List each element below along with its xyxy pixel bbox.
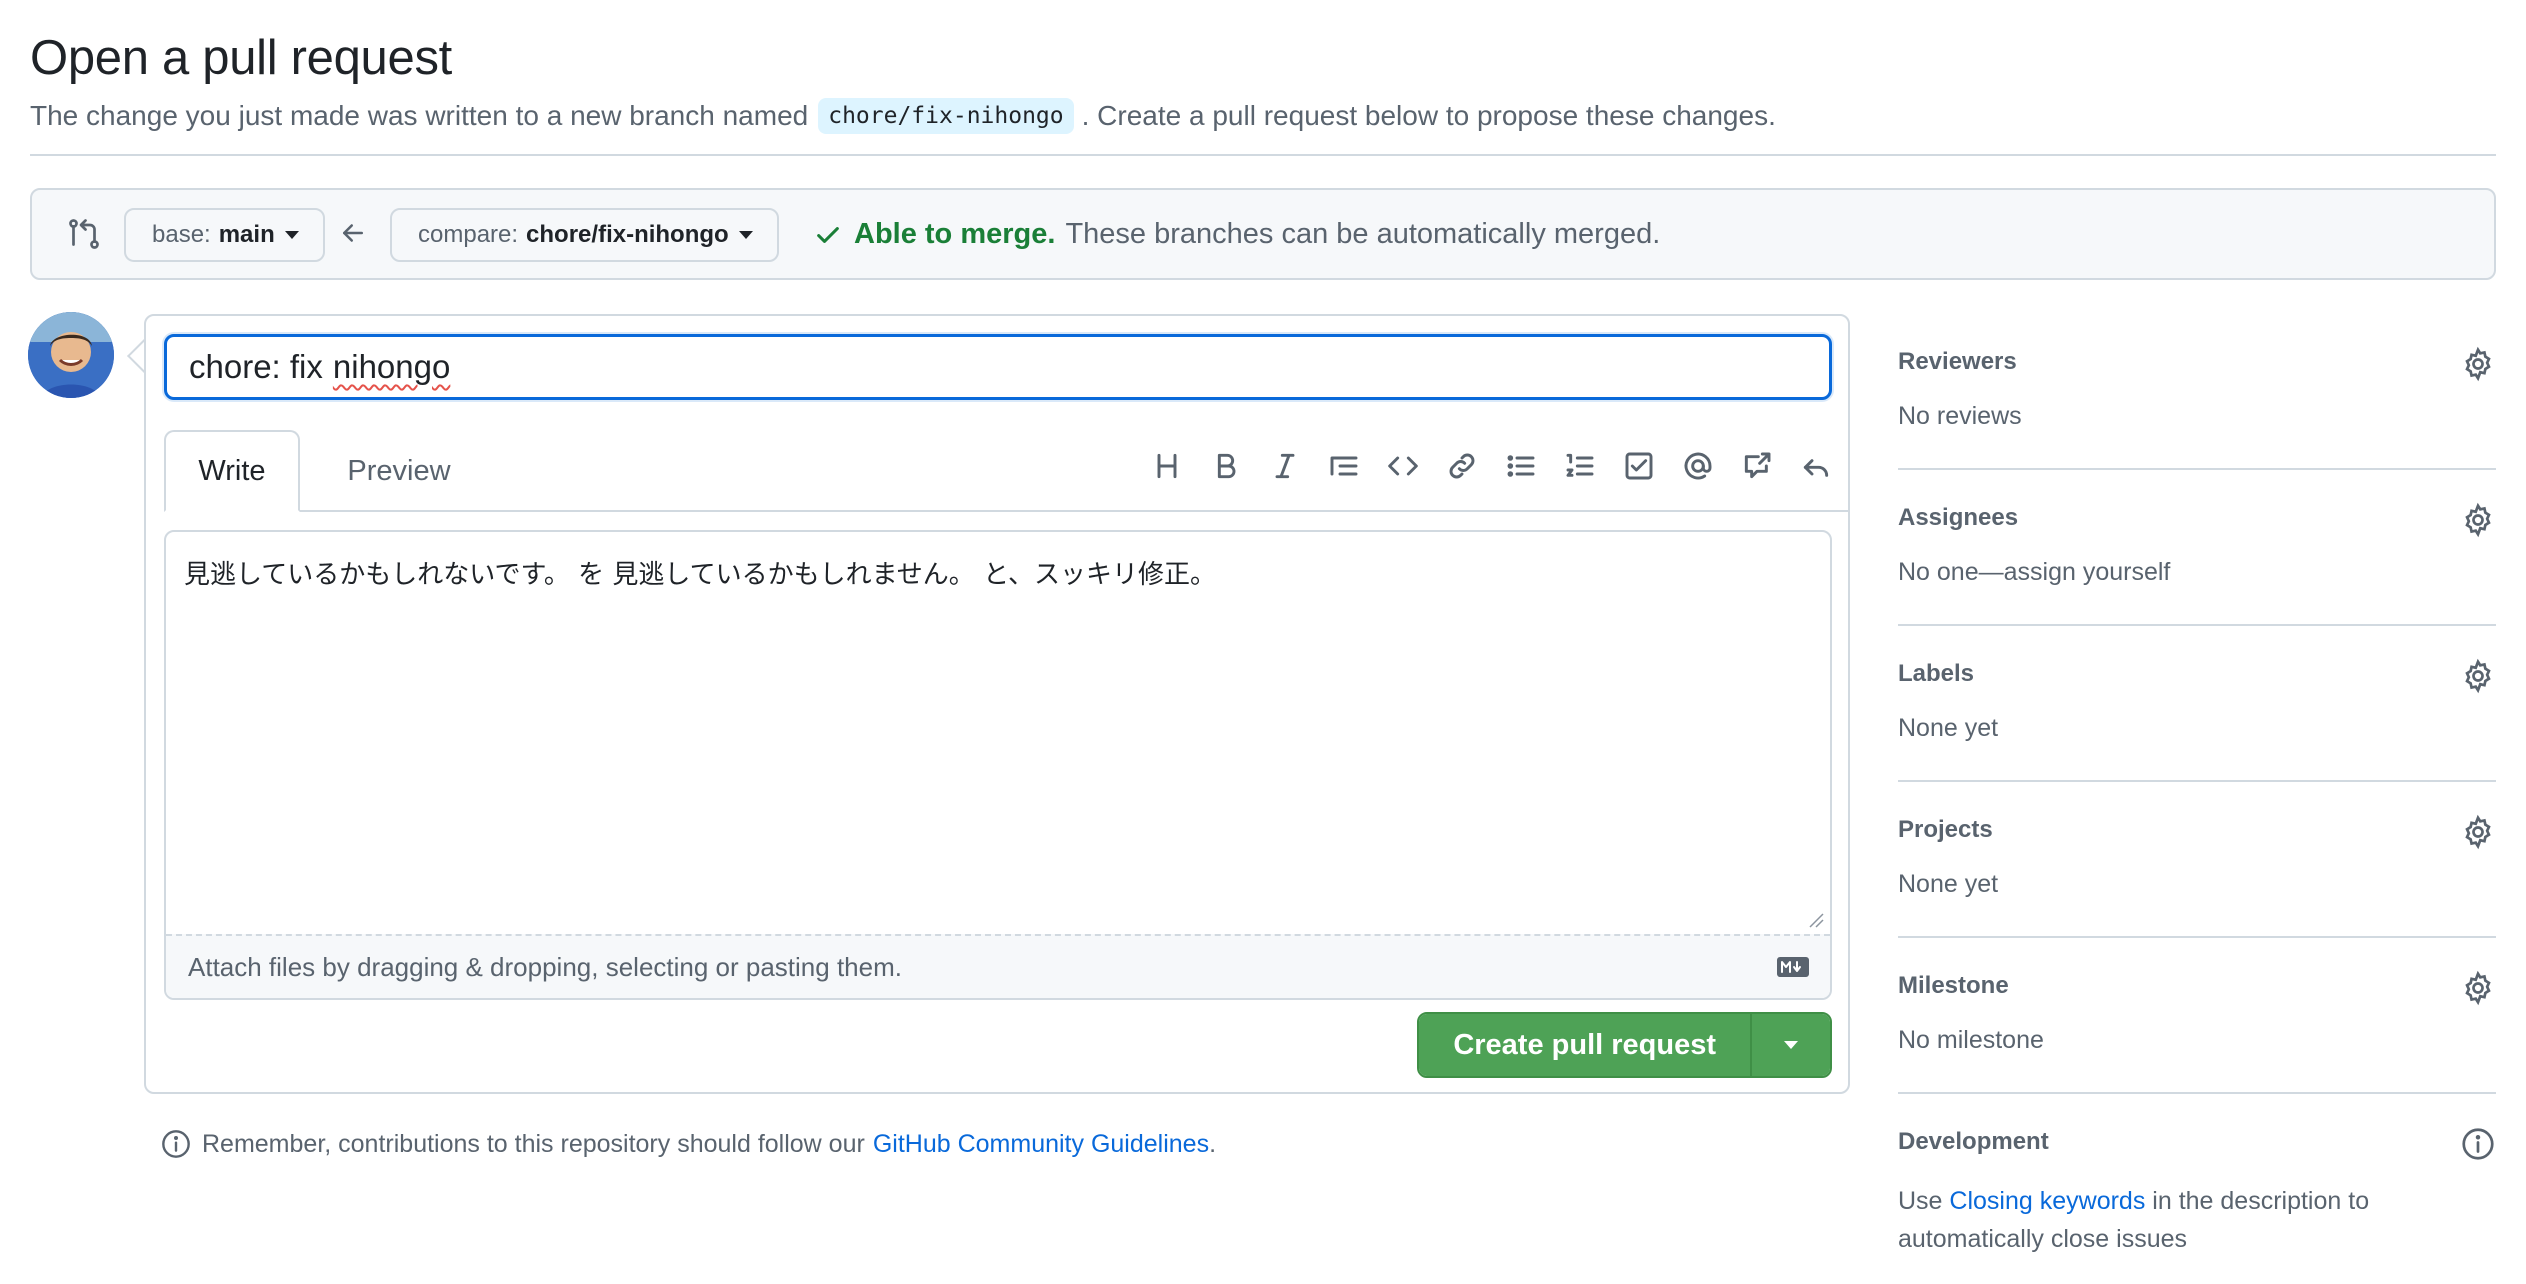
code-icon[interactable] (1383, 446, 1423, 486)
bold-icon[interactable] (1206, 446, 1246, 486)
title-misspelled-word: nihongo (332, 348, 451, 385)
tab-preview[interactable]: Preview (314, 430, 484, 512)
pr-composer: chore: fix nihongo Write Preview 見逃しているか… (144, 314, 1850, 1094)
sidebar-labels: Labels None yet (1898, 626, 2496, 782)
sidebar-heading[interactable]: Projects (1898, 816, 1993, 844)
compare-branch-select[interactable]: compare: chore/fix-nihongo (390, 208, 779, 262)
sidebar-heading: Development (1898, 1128, 2049, 1155)
task-list-icon[interactable] (1619, 446, 1659, 486)
cross-reference-icon[interactable] (1737, 446, 1777, 486)
merge-message: These branches can be automatically merg… (1065, 218, 1661, 250)
quote-icon[interactable] (1324, 446, 1364, 486)
chevron-down-icon (1784, 1041, 1798, 1049)
attach-files-bar[interactable]: Attach files by dragging & dropping, sel… (166, 934, 1830, 998)
reminder-text: Remember, contributions to this reposito… (202, 1129, 865, 1158)
subtitle-before: The change you just made was written to … (30, 100, 809, 131)
numbered-list-icon[interactable] (1560, 446, 1600, 486)
sidebar-projects: Projects None yet (1898, 782, 2496, 938)
development-pre: Use (1898, 1187, 1943, 1215)
reply-icon[interactable] (1796, 446, 1836, 486)
pr-body-textarea[interactable]: 見逃しているかもしれないです。 を 見逃しているかもしれません。 と、スッキリ修… (164, 530, 1832, 1000)
markdown-toolbar (1128, 446, 1836, 486)
arrow-left-icon (343, 224, 363, 242)
compare-arrows-icon (69, 219, 99, 249)
branch-name-code: chore/fix-nihongo (818, 98, 1074, 134)
chevron-down-icon (738, 231, 753, 239)
sidebar-value: No milestone (1898, 1026, 2044, 1054)
markdown-icon[interactable] (1776, 956, 1810, 978)
gear-icon[interactable] (2460, 970, 2496, 1006)
create-pr-button-group: Create pull request (1417, 1012, 1832, 1078)
sidebar-reviewers: Reviewers No reviews (1898, 314, 2496, 470)
pr-body-text: 見逃しているかもしれないです。 を 見逃しているかもしれません。 と、スッキリ修… (184, 560, 1217, 590)
closing-keywords-link[interactable]: Closing keywords (1949, 1187, 2145, 1215)
merge-ok-text: Able to merge. (854, 218, 1056, 250)
base-label: base: (152, 221, 211, 248)
compare-value: chore/fix-nihongo (526, 221, 729, 248)
link-icon[interactable] (1442, 446, 1482, 486)
subtitle-after: . Create a pull request below to propose… (1081, 100, 1776, 131)
create-pr-dropdown-button[interactable] (1750, 1014, 1830, 1076)
base-value: main (218, 221, 275, 248)
sidebar-heading[interactable]: Reviewers (1898, 348, 2017, 376)
info-icon[interactable] (2460, 1126, 2496, 1162)
bulleted-list-icon[interactable] (1501, 446, 1541, 486)
page-subtitle: The change you just made was written to … (30, 98, 1776, 134)
heading-icon[interactable] (1147, 446, 1187, 486)
pr-sidebar: Reviewers No reviews Assignees No one—as… (1898, 314, 2496, 1284)
divider (30, 154, 2496, 156)
create-pull-request-button[interactable]: Create pull request (1419, 1014, 1750, 1076)
page-title: Open a pull request (30, 31, 452, 85)
mention-icon[interactable] (1678, 446, 1718, 486)
check-icon (817, 226, 839, 243)
branch-range-bar: base: main compare: chore/fix-nihongo Ab… (30, 188, 2496, 280)
resize-handle-icon[interactable] (1806, 910, 1824, 928)
base-branch-select[interactable]: base: main (124, 208, 325, 262)
gear-icon[interactable] (2460, 814, 2496, 850)
pr-title-input[interactable]: chore: fix nihongo (164, 334, 1832, 400)
gear-icon[interactable] (2460, 346, 2496, 382)
gear-icon[interactable] (2460, 502, 2496, 538)
contribution-reminder: Remember, contributions to this reposito… (160, 1128, 1216, 1160)
italic-icon[interactable] (1265, 446, 1305, 486)
community-guidelines-link[interactable]: GitHub Community Guidelines (873, 1130, 1209, 1159)
compare-label: compare: (418, 221, 519, 248)
title-text: chore: fix (189, 348, 323, 385)
sidebar-heading[interactable]: Assignees (1898, 504, 2018, 532)
development-hint: Use Closing keywords in the description … (1898, 1182, 2438, 1258)
sidebar-heading[interactable]: Labels (1898, 660, 1974, 688)
avatar[interactable] (28, 312, 114, 398)
sidebar-milestone: Milestone No milestone (1898, 938, 2496, 1094)
attach-files-text: Attach files by dragging & dropping, sel… (188, 951, 902, 982)
reminder-period: . (1209, 1129, 1217, 1158)
info-icon (162, 1130, 190, 1158)
merge-status: Able to merge. These branches can be aut… (814, 218, 1660, 251)
sidebar-heading[interactable]: Milestone (1898, 972, 2009, 1000)
sidebar-value[interactable]: No one—assign yourself (1898, 558, 2170, 587)
sidebar-value: None yet (1898, 714, 1999, 742)
chevron-down-icon (284, 231, 299, 239)
user-photo (28, 312, 114, 398)
editor-tabs: Write Preview (164, 430, 1850, 512)
tab-write[interactable]: Write (164, 430, 300, 512)
sidebar-value: None yet (1898, 870, 1999, 898)
sidebar-assignees: Assignees No one—assign yourself (1898, 470, 2496, 626)
gear-icon[interactable] (2460, 658, 2496, 694)
sidebar-development: Development Use Closing keywords in the … (1898, 1094, 2496, 1284)
sidebar-value: No reviews (1898, 402, 2022, 430)
